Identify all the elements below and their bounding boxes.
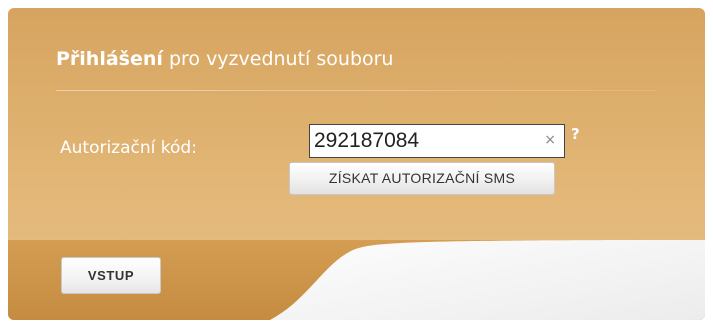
authorization-code-field[interactable]: ×	[309, 124, 565, 158]
get-sms-button[interactable]: ZÍSKAT AUTORIZAČNÍ SMS	[289, 162, 555, 195]
clear-icon[interactable]: ×	[544, 132, 556, 148]
page-title: Přihlášení pro vyzvednutí souboru	[56, 48, 393, 70]
authorization-code-input[interactable]	[314, 127, 534, 155]
header-divider	[56, 90, 656, 91]
authorization-code-label: Autorizační kód:	[60, 138, 197, 158]
login-panel: Přihlášení pro vyzvednutí souboru Autori…	[8, 8, 705, 320]
page-title-strong: Přihlášení	[56, 48, 163, 70]
enter-button[interactable]: VSTUP	[61, 257, 161, 294]
page-title-rest: pro vyzvednutí souboru	[162, 48, 394, 70]
help-icon[interactable]: ?	[571, 125, 580, 143]
